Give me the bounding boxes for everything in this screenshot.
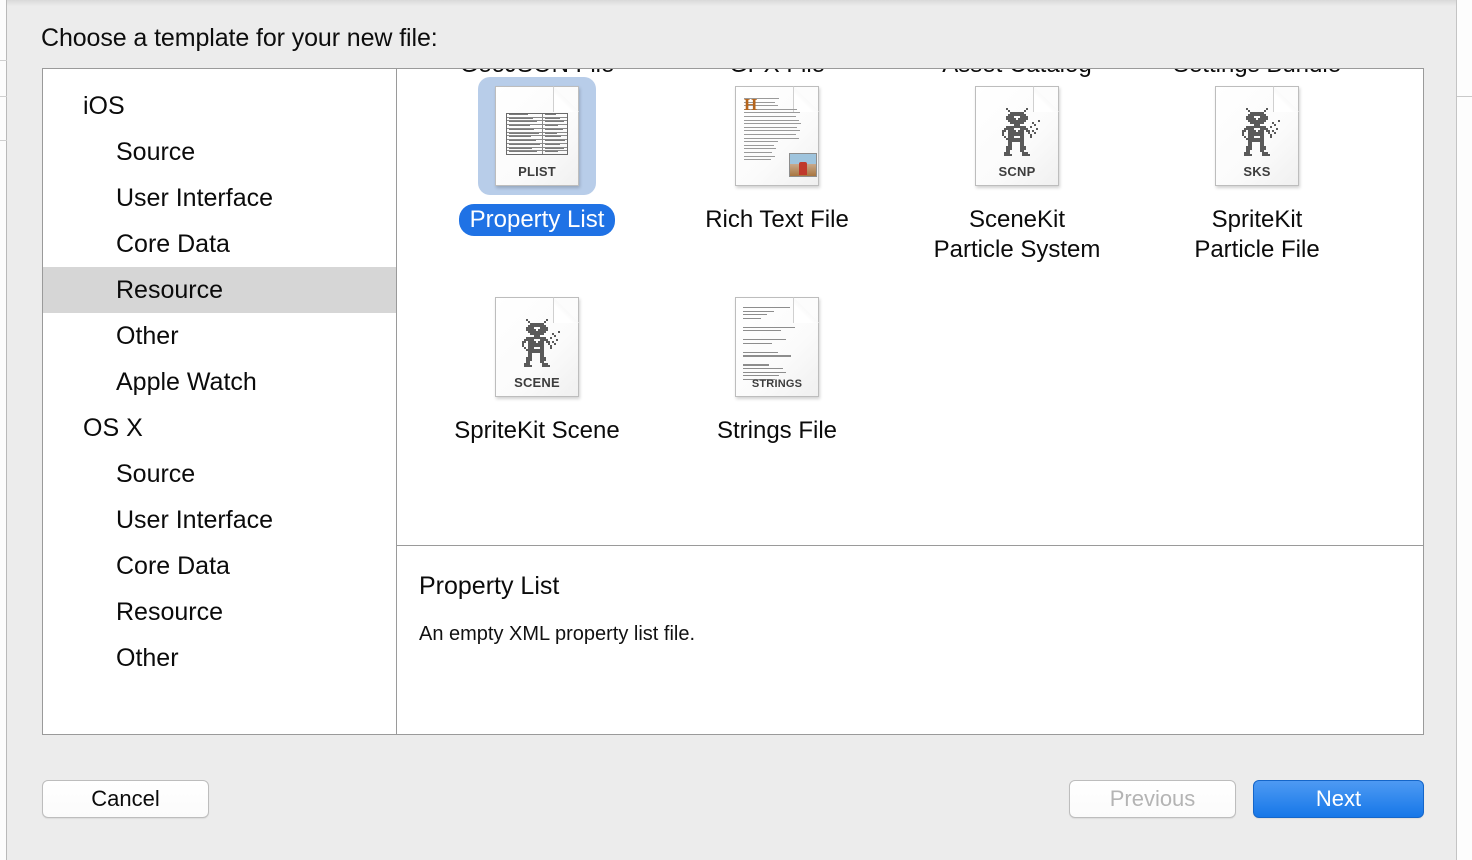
template-icon-container[interactable]: SCENE	[478, 288, 596, 406]
sidebar-item-source[interactable]: Source	[43, 451, 396, 497]
plist-file-icon: PLIST	[495, 86, 579, 186]
sidebar-item-user-interface[interactable]: User Interface	[43, 175, 396, 221]
background-window-sliver-right	[1456, 0, 1472, 860]
template-icon-container[interactable]: STRINGS	[718, 288, 836, 406]
sidebar-item-resource[interactable]: Resource	[43, 589, 396, 635]
scenekit-particle-file-icon: SCNP	[975, 86, 1059, 186]
sidebar-item-label: OS X	[83, 413, 143, 442]
sidebar-item-other[interactable]: Other	[43, 635, 396, 681]
file-type-tag: SCNP	[998, 164, 1036, 179]
template-icon-container[interactable]: PLIST	[478, 77, 596, 195]
template-item-label: Strings File	[716, 417, 838, 444]
pixel-robot-glyph	[508, 319, 566, 380]
template-item-label: SpriteKit Scene	[454, 417, 620, 444]
template-item-label: SpriteKit Particle File	[1194, 206, 1320, 263]
sidebar-item-label: Core Data	[116, 229, 230, 258]
plist-table-glyph	[506, 113, 568, 155]
sidebar-item-source[interactable]: Source	[43, 129, 396, 175]
sidebar-item-label: Other	[116, 321, 179, 350]
template-item-label: Property List	[458, 204, 616, 236]
sidebar-item-core-data[interactable]: Core Data	[43, 221, 396, 267]
spritekit-scene-file-icon: SCENE	[495, 297, 579, 397]
sidebar-item-label: User Interface	[116, 505, 274, 534]
sidebar-item-os-x[interactable]: OS X	[43, 405, 396, 451]
template-item-scenekit-particle-system[interactable]: SCNP SceneKit Particle System	[897, 69, 1137, 280]
sidebar-item-label: Resource	[116, 275, 223, 304]
template-item-spritekit-scene[interactable]: SCENE SpriteKit Scene	[417, 280, 657, 491]
rich-text-file-icon: H	[735, 86, 819, 186]
sidebar-item-ios[interactable]: iOS	[43, 83, 396, 129]
template-icon-container[interactable]: SKS	[1198, 77, 1316, 195]
template-item-label: SceneKit Particle System	[933, 206, 1101, 263]
embedded-photo-glyph	[789, 153, 817, 177]
template-item-property-list[interactable]: PLIST Property List	[417, 69, 657, 280]
strings-code-glyph	[743, 307, 803, 382]
pixel-robot-glyph	[1228, 108, 1286, 169]
template-right-pane: GeoJSON FileGPX FileAsset CatalogSetting…	[397, 69, 1423, 734]
sidebar-item-other[interactable]: Other	[43, 313, 396, 359]
next-button[interactable]: Next	[1253, 780, 1424, 818]
sidebar-item-label: Source	[116, 459, 196, 488]
category-sidebar[interactable]: iOS Source User Interface Core Data Resource…	[43, 69, 397, 734]
file-type-tag: SCENE	[514, 375, 560, 390]
template-grid-scroll-area[interactable]: GeoJSON FileGPX FileAsset CatalogSetting…	[397, 69, 1423, 546]
sidebar-item-resource[interactable]: Resource	[43, 267, 396, 313]
file-type-tag: STRINGS	[751, 378, 803, 390]
spritekit-particle-file-icon: SKS	[1215, 86, 1299, 186]
description-title: Property List	[419, 572, 560, 600]
sidebar-item-label: Apple Watch	[116, 367, 257, 396]
template-item-strings-file[interactable]: STRINGS Strings File	[657, 280, 897, 491]
template-icon-container[interactable]: H	[718, 77, 836, 195]
cancel-button[interactable]: Cancel	[42, 780, 209, 818]
file-type-tag: SKS	[1243, 164, 1271, 179]
sidebar-item-label: iOS	[83, 91, 125, 120]
file-type-tag: PLIST	[518, 164, 556, 179]
sidebar-item-label: Resource	[116, 597, 223, 626]
page-title: Choose a template for your new file:	[41, 24, 438, 52]
template-grid: GeoJSON FileGPX FileAsset CatalogSetting…	[397, 69, 1423, 491]
new-file-template-sheet: Choose a template for your new file: iOS…	[7, 0, 1456, 860]
pixel-robot-glyph	[988, 108, 1046, 169]
previous-button[interactable]: Previous	[1069, 780, 1236, 818]
description-text: An empty XML property list file.	[419, 623, 696, 645]
sidebar-item-core-data[interactable]: Core Data	[43, 543, 396, 589]
template-item-rich-text-file[interactable]: H Rich Text File	[657, 69, 897, 280]
sidebar-item-label: Other	[116, 643, 179, 672]
sidebar-item-label: Core Data	[116, 551, 230, 580]
sidebar-item-apple-watch[interactable]: Apple Watch	[43, 359, 396, 405]
template-item-label: Rich Text File	[705, 206, 849, 233]
sidebar-item-user-interface[interactable]: User Interface	[43, 497, 396, 543]
template-item-spritekit-particle-file[interactable]: SKS SpriteKit Particle File	[1137, 69, 1377, 280]
sidebar-item-label: Source	[116, 137, 196, 166]
sheet-top-shading	[7, 0, 1456, 6]
sidebar-item-label: User Interface	[116, 183, 274, 212]
screen: Choose a template for your new file: iOS…	[0, 0, 1472, 860]
background-window-sliver-left	[0, 0, 7, 860]
template-description-pane: Property List An empty XML property list…	[397, 546, 1423, 734]
template-chooser-content: iOS Source User Interface Core Data Resource…	[42, 68, 1424, 735]
strings-file-icon: STRINGS	[735, 297, 819, 397]
template-icon-container[interactable]: SCNP	[958, 77, 1076, 195]
